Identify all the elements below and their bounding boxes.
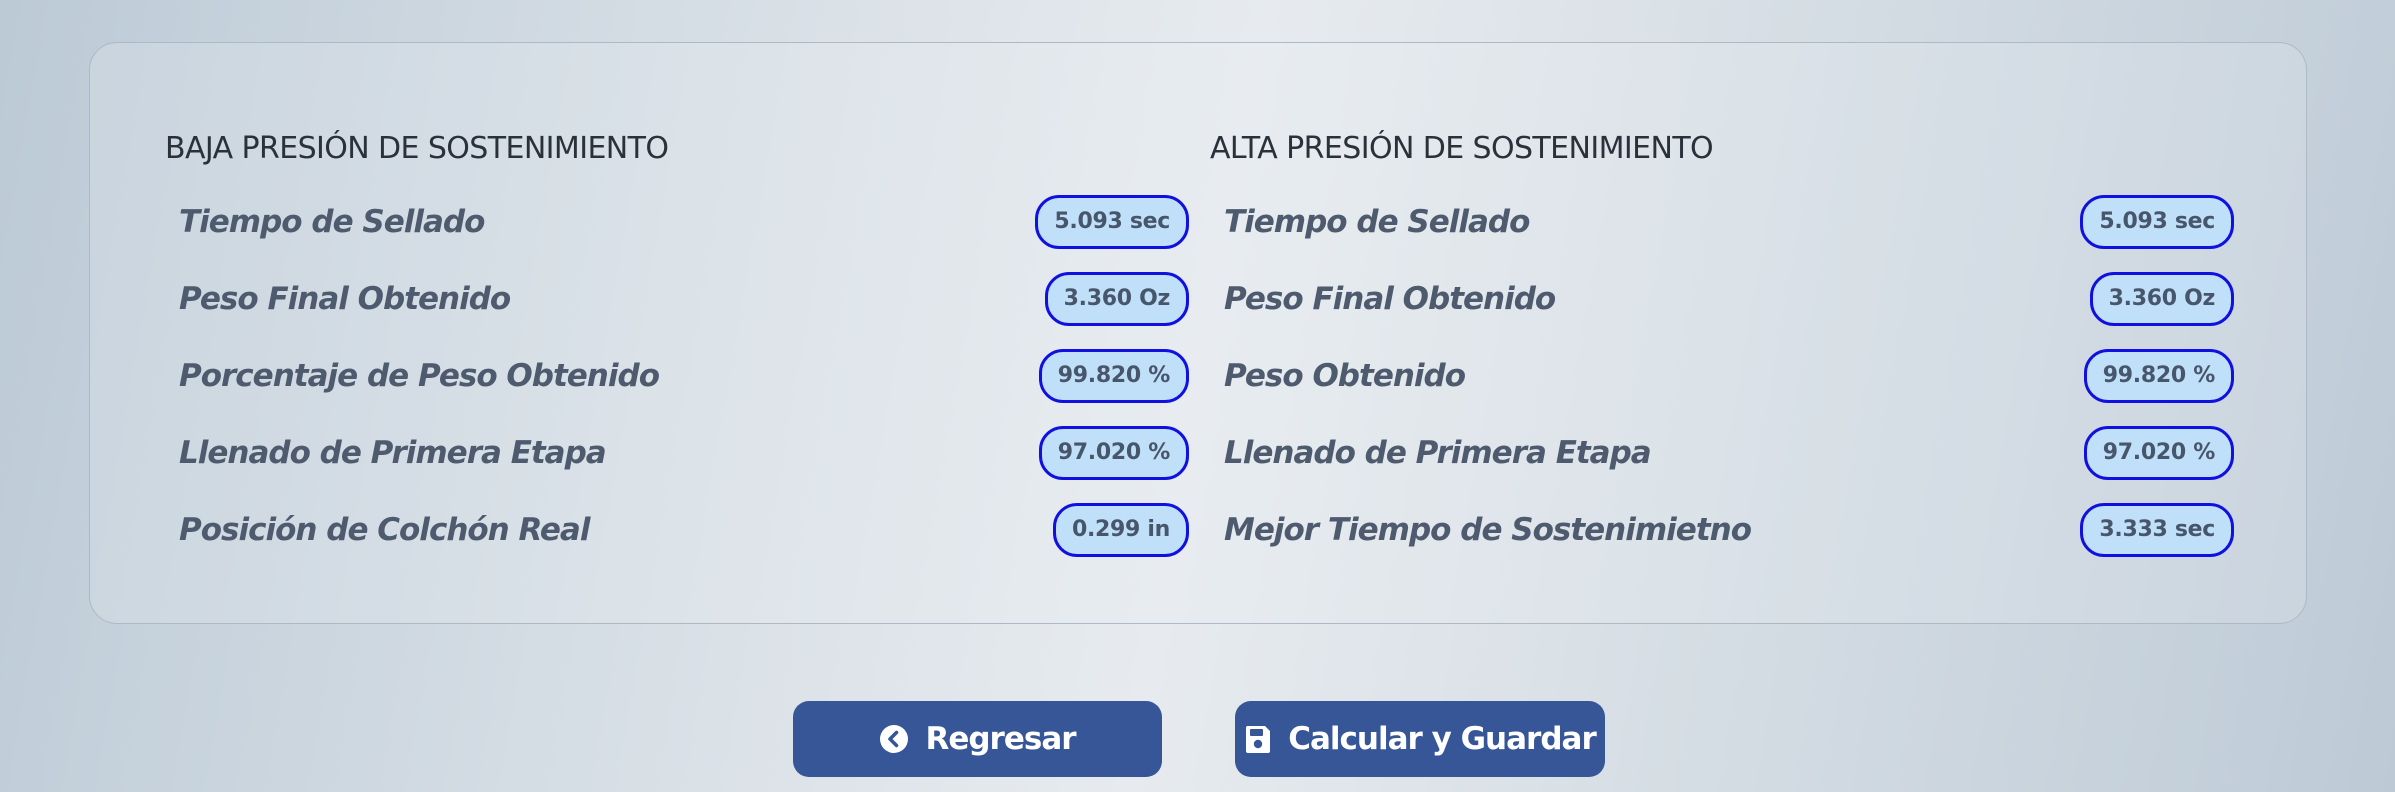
result-value-badge: 5.093 sec <box>1035 194 1189 249</box>
result-label: Posición de Colchón Real <box>179 511 590 548</box>
calculate-save-button-label: Calcular y Guardar <box>1288 721 1596 757</box>
result-label: Llenado de Primera Etapa <box>1224 434 1652 471</box>
result-row: Peso Obtenido 99.820 % <box>1210 337 2234 414</box>
result-value-badge: 99.820 % <box>1038 348 1189 403</box>
result-row: Mejor Tiempo de Sostenimietno 3.333 sec <box>1210 491 2234 568</box>
result-value-badge: 97.020 % <box>1038 425 1189 480</box>
result-row: Porcentaje de Peso Obtenido 99.820 % <box>165 337 1189 414</box>
result-label: Peso Final Obtenido <box>1224 280 1556 317</box>
results-card: BAJA PRESIÓN DE SOSTENIMIENTO Tiempo de … <box>89 42 2307 624</box>
calculate-save-button[interactable]: Calcular y Guardar <box>1235 701 1605 777</box>
result-label: Peso Final Obtenido <box>179 280 511 317</box>
back-button-label: Regresar <box>925 721 1076 757</box>
result-value-badge: 3.360 Oz <box>1044 271 1189 326</box>
result-label: Peso Obtenido <box>1224 357 1466 394</box>
low-pressure-title: BAJA PRESIÓN DE SOSTENIMIENTO <box>165 131 669 166</box>
low-pressure-section: BAJA PRESIÓN DE SOSTENIMIENTO Tiempo de … <box>165 121 1189 568</box>
high-pressure-section: ALTA PRESIÓN DE SOSTENIMIENTO Tiempo de … <box>1210 121 2234 568</box>
back-button[interactable]: Regresar <box>793 701 1162 777</box>
result-row: Posición de Colchón Real 0.299 in <box>165 491 1189 568</box>
result-label: Tiempo de Sellado <box>1224 203 1530 240</box>
result-label: Tiempo de Sellado <box>179 203 485 240</box>
result-value-badge: 5.093 sec <box>2080 194 2234 249</box>
result-value-badge: 97.020 % <box>2083 425 2234 480</box>
result-value-badge: 99.820 % <box>2083 348 2234 403</box>
chevron-left-circle-icon <box>879 724 909 754</box>
result-value-badge: 0.299 in <box>1052 502 1189 557</box>
high-pressure-title: ALTA PRESIÓN DE SOSTENIMIENTO <box>1210 131 1714 166</box>
result-row: Peso Final Obtenido 3.360 Oz <box>165 260 1189 337</box>
result-row: Tiempo de Sellado 5.093 sec <box>165 183 1189 260</box>
result-row: Tiempo de Sellado 5.093 sec <box>1210 183 2234 260</box>
result-label: Mejor Tiempo de Sostenimietno <box>1224 511 1752 548</box>
result-row: Llenado de Primera Etapa 97.020 % <box>165 414 1189 491</box>
result-label: Llenado de Primera Etapa <box>179 434 607 471</box>
result-label: Porcentaje de Peso Obtenido <box>179 357 660 394</box>
result-value-badge: 3.360 Oz <box>2089 271 2234 326</box>
result-row: Llenado de Primera Etapa 97.020 % <box>1210 414 2234 491</box>
result-row: Peso Final Obtenido 3.360 Oz <box>1210 260 2234 337</box>
floppy-disk-icon <box>1244 724 1272 754</box>
result-value-badge: 3.333 sec <box>2080 502 2234 557</box>
